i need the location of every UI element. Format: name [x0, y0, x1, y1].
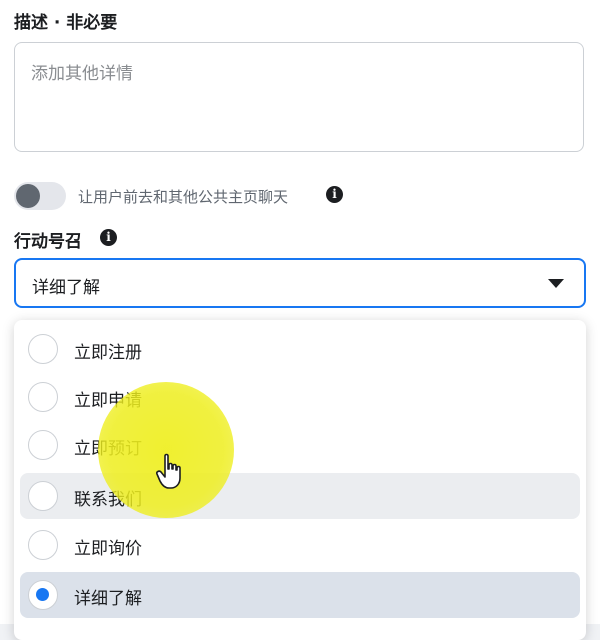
radio-icon — [28, 530, 58, 560]
call-to-action-dropdown: 立即注册 立即申请 立即预订 联系我们 立即询价 详细了解 — [14, 320, 586, 640]
option-label: 联系我们 — [74, 490, 142, 510]
option-book-now[interactable]: 立即预订 — [20, 422, 580, 468]
chat-toggle-switch[interactable] — [14, 182, 66, 210]
option-label: 立即预订 — [74, 439, 142, 459]
option-label: 立即注册 — [74, 343, 142, 363]
chat-toggle-label: 让用户前去和其他公共主页聊天 — [78, 188, 289, 206]
radio-icon — [28, 382, 58, 412]
option-learn-more[interactable]: 详细了解 — [20, 572, 580, 618]
radio-selected-dot — [36, 588, 49, 601]
info-icon[interactable]: i — [100, 229, 117, 246]
option-label: 立即申请 — [74, 391, 142, 411]
radio-icon — [28, 334, 58, 364]
caret-down-icon — [548, 279, 564, 288]
description-textarea[interactable]: 添加其他详情 — [14, 42, 584, 152]
radio-icon — [28, 481, 58, 511]
option-apply-now[interactable]: 立即申请 — [20, 374, 580, 420]
option-label: 详细了解 — [74, 589, 142, 609]
option-get-quote[interactable]: 立即询价 — [20, 522, 580, 568]
radio-icon — [28, 580, 58, 610]
call-to-action-label: 行动号召 — [14, 232, 82, 252]
description-label: 描述 · 非必要 — [14, 13, 118, 33]
toggle-knob — [16, 184, 40, 208]
option-contact-us[interactable]: 联系我们 — [20, 473, 580, 519]
description-placeholder: 添加其他详情 — [31, 64, 133, 84]
call-to-action-select[interactable]: 详细了解 — [14, 258, 586, 308]
selected-value: 详细了解 — [32, 278, 100, 298]
info-icon[interactable]: i — [326, 186, 343, 203]
option-sign-up[interactable]: 立即注册 — [20, 326, 580, 372]
option-label: 立即询价 — [74, 539, 142, 559]
radio-icon — [28, 430, 58, 460]
